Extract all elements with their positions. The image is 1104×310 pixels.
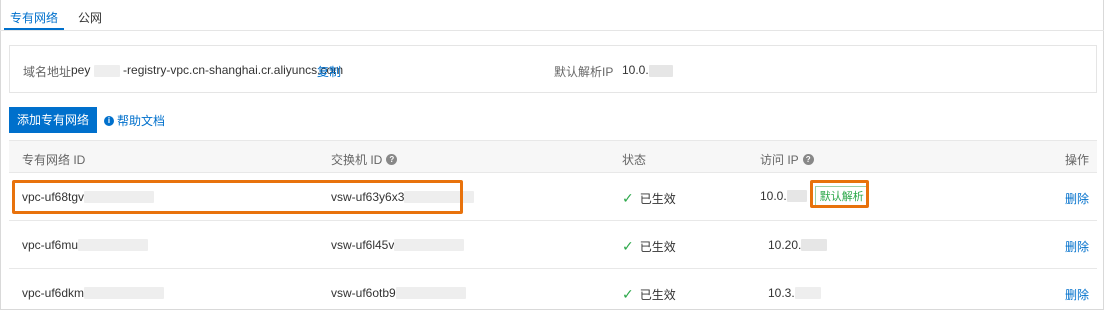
question-icon[interactable]: ? <box>386 154 398 165</box>
vswitch-id: vsw-uf6l45v <box>331 238 395 252</box>
header-vswitch-id: 交换机 ID ? <box>331 151 398 168</box>
domain-value: pey -registry-vpc.cn-shanghai.cr.aliyunc… <box>71 63 343 77</box>
default-resolve-ip-label: 默认解析IP <box>554 65 614 79</box>
header-status: 状态 <box>622 153 647 167</box>
tab-divider <box>0 30 1104 31</box>
vpc-id-cell: vpc-uf6dkm <box>22 286 165 300</box>
highlight-box <box>810 180 869 208</box>
access-ip-cell: 10.3. <box>768 286 821 300</box>
help-docs-link[interactable]: i 帮助文档 <box>104 112 165 129</box>
header-access-ip-label: 访问 IP <box>760 153 799 167</box>
vpc-id-cell: vpc-uf6mu <box>22 238 149 252</box>
check-icon: ✓ <box>622 190 634 206</box>
redaction-mask <box>395 287 466 299</box>
delete-link[interactable]: 删除 <box>1065 286 1089 303</box>
check-icon: ✓ <box>622 238 634 254</box>
table-row: vpc-uf6dkm vsw-uf6otb9 ✓ 已生效 10.3. 删除 <box>9 270 1097 310</box>
table-header: 专有网络 ID 交换机 ID ? 状态 访问 IP ? 操作 <box>9 140 1097 173</box>
access-ip: 10.20. <box>768 238 802 252</box>
status-text: 已生效 <box>639 240 676 254</box>
domain-label: 域名地址 <box>23 65 72 79</box>
redaction-mask <box>801 239 828 251</box>
delete-link[interactable]: 删除 <box>1065 238 1089 255</box>
redaction-mask <box>648 64 673 77</box>
status-cell: ✓ 已生效 <box>622 286 676 303</box>
vpc-id: vpc-uf6dkm <box>22 286 85 300</box>
redaction-mask <box>93 64 120 77</box>
access-ip: 10.0. <box>760 189 787 203</box>
check-icon: ✓ <box>622 286 634 302</box>
vswitch-id: vsw-uf6otb9 <box>331 286 396 300</box>
redaction-mask <box>84 287 165 299</box>
highlight-box <box>12 180 463 214</box>
info-icon: i <box>104 115 114 126</box>
header-access-ip: 访问 IP ? <box>760 151 814 168</box>
vpc-id: vpc-uf6mu <box>22 238 79 252</box>
tab-bar: 专有网络 公网 <box>3 0 122 30</box>
question-icon[interactable]: ? <box>802 154 814 165</box>
redaction-mask <box>394 239 465 251</box>
status-cell: ✓ 已生效 <box>622 238 676 255</box>
header-action: 操作 <box>1065 153 1090 167</box>
status-text: 已生效 <box>639 192 676 206</box>
default-resolve-ip-value: 10.0. <box>622 63 673 77</box>
tab-public[interactable]: 公网 <box>78 0 102 30</box>
domain-value-suffix: -registry-vpc.cn-shanghai.cr.aliyuncs.co… <box>123 63 344 77</box>
copy-link[interactable]: 复制 <box>317 63 341 80</box>
redaction-mask <box>78 239 149 251</box>
domain-info-panel: 域名地址 pey -registry-vpc.cn-shanghai.cr.al… <box>9 45 1097 93</box>
header-vswitch-id-label: 交换机 ID <box>331 153 383 167</box>
status-cell: ✓ 已生效 <box>622 190 676 207</box>
resolve-ip-prefix: 10.0. <box>622 63 649 77</box>
redaction-mask <box>794 287 821 299</box>
domain-value-prefix: pey <box>71 63 91 77</box>
redaction-mask <box>786 190 807 202</box>
tab-vpc[interactable]: 专有网络 <box>3 0 65 30</box>
header-vpc-id: 专有网络 ID <box>22 153 86 167</box>
access-ip-cell: 10.20. <box>768 238 828 252</box>
add-vpc-button[interactable]: 添加专有网络 <box>9 107 97 133</box>
vswitch-id-cell: vsw-uf6otb9 <box>331 286 466 300</box>
help-docs-label: 帮助文档 <box>117 114 166 128</box>
access-ip: 10.3. <box>768 286 795 300</box>
delete-link[interactable]: 删除 <box>1065 190 1089 207</box>
vswitch-id-cell: vsw-uf6l45v <box>331 238 465 252</box>
table-row: vpc-uf6mu vsw-uf6l45v ✓ 已生效 10.20. 删除 <box>9 222 1097 269</box>
status-text: 已生效 <box>639 288 676 302</box>
